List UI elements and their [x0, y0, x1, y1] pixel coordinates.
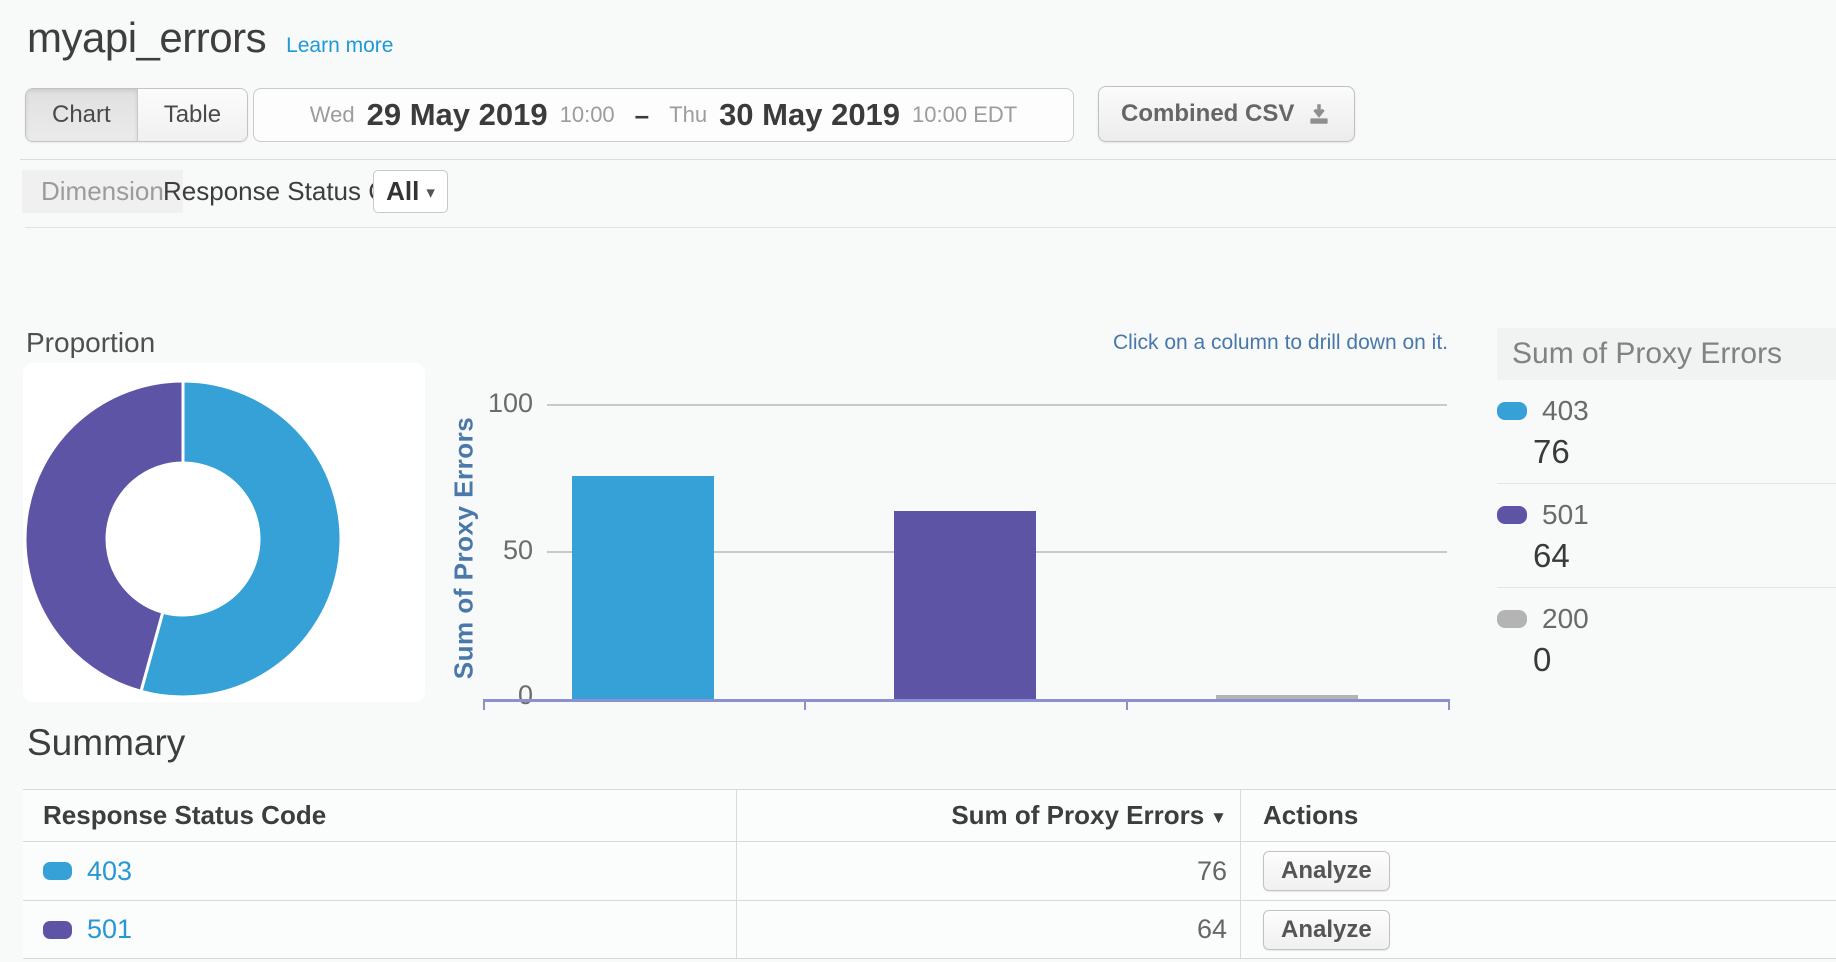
- y-tick-100: 100: [488, 388, 533, 419]
- date-range-separator: –: [635, 100, 649, 131]
- gridline-100: [547, 404, 1447, 406]
- start-time: 10:00: [560, 102, 615, 128]
- x-axis-tick: [483, 702, 485, 710]
- legend-value: 0: [1533, 641, 1836, 679]
- view-toggle: Chart Table: [25, 88, 248, 142]
- bar-column-501[interactable]: [894, 511, 1036, 700]
- analyze-button-501[interactable]: Analyze: [1263, 910, 1390, 950]
- legend-swatch-403: [1497, 402, 1527, 420]
- start-day: Wed: [310, 102, 355, 128]
- dimension-filter-dropdown[interactable]: All ▾: [373, 170, 448, 213]
- table-row-501-code: 501: [23, 901, 737, 959]
- legend-item-200: 200 0: [1497, 588, 1836, 691]
- x-axis-tick: [1448, 702, 1450, 710]
- row-swatch-501: [43, 921, 72, 939]
- proportion-card: [23, 363, 425, 702]
- table-row-403-actions: Analyze: [1241, 842, 1836, 901]
- summary-title: Summary: [27, 722, 185, 764]
- table-row-403-code: 403: [23, 842, 737, 901]
- end-time: 10:00 EDT: [912, 102, 1017, 128]
- y-tick-0: 0: [518, 680, 533, 711]
- proportion-title: Proportion: [26, 327, 155, 359]
- analyze-button-403[interactable]: Analyze: [1263, 851, 1390, 891]
- table-row-403-value: 76: [737, 842, 1241, 901]
- legend-label: 403: [1542, 395, 1589, 427]
- dimension-filter-value: All: [386, 176, 419, 207]
- column-header-response-status-code: Response Status Code: [23, 789, 737, 842]
- row-swatch-403: [43, 862, 72, 880]
- table-row-501-actions: Analyze: [1241, 901, 1836, 959]
- dimension-divider: [25, 227, 1836, 228]
- legend-label: 501: [1542, 499, 1589, 531]
- date-range-picker[interactable]: Wed 29 May 2019 10:00 – Thu 30 May 2019 …: [253, 88, 1074, 142]
- proportion-donut-chart[interactable]: [23, 363, 425, 702]
- x-axis-tick: [804, 702, 806, 710]
- status-code-link-501[interactable]: 501: [87, 914, 132, 945]
- summary-table: Response Status Code Sum of Proxy Errors…: [23, 789, 1836, 959]
- download-icon: [1306, 101, 1332, 127]
- legend-label: 200: [1542, 603, 1589, 635]
- sort-descending-icon: ▼: [1210, 808, 1227, 828]
- legend-swatch-501: [1497, 506, 1527, 524]
- chart-legend: Sum of Proxy Errors 403 76 501 64 200 0: [1497, 328, 1836, 691]
- page-title: myapi_errors: [27, 14, 266, 62]
- drill-down-hint: Click on a column to drill down on it.: [1113, 331, 1448, 355]
- table-view-button[interactable]: Table: [137, 89, 247, 141]
- dimension-chip: Dimension: [22, 170, 183, 213]
- toolbar-divider: [20, 159, 1836, 160]
- y-tick-50: 50: [503, 535, 533, 566]
- combined-csv-button[interactable]: Combined CSV: [1098, 86, 1355, 142]
- chart-view-button[interactable]: Chart: [26, 89, 137, 141]
- legend-value: 76: [1533, 433, 1836, 471]
- bar-column-403[interactable]: [572, 476, 714, 700]
- legend-title: Sum of Proxy Errors: [1497, 328, 1836, 380]
- x-axis-tick: [1126, 702, 1128, 710]
- legend-item-403: 403 76: [1497, 380, 1836, 484]
- legend-item-501: 501 64: [1497, 484, 1836, 588]
- status-code-link-403[interactable]: 403: [87, 856, 132, 887]
- column-header-sum-of-proxy-errors[interactable]: Sum of Proxy Errors ▼: [737, 789, 1241, 842]
- end-date: 30 May 2019: [719, 97, 900, 133]
- table-row-501-value: 64: [737, 901, 1241, 959]
- chevron-down-icon: ▾: [426, 183, 435, 203]
- combined-csv-label: Combined CSV: [1121, 100, 1294, 128]
- legend-swatch-200: [1497, 610, 1527, 628]
- end-day: Thu: [669, 102, 707, 128]
- report-header: myapi_errors Learn more: [27, 14, 393, 62]
- legend-value: 64: [1533, 537, 1836, 575]
- x-axis-line: [483, 699, 1450, 702]
- y-axis-label: Sum of Proxy Errors: [449, 388, 480, 708]
- learn-more-link[interactable]: Learn more: [286, 34, 393, 58]
- start-date: 29 May 2019: [367, 97, 548, 133]
- column-header-actions: Actions: [1241, 789, 1836, 842]
